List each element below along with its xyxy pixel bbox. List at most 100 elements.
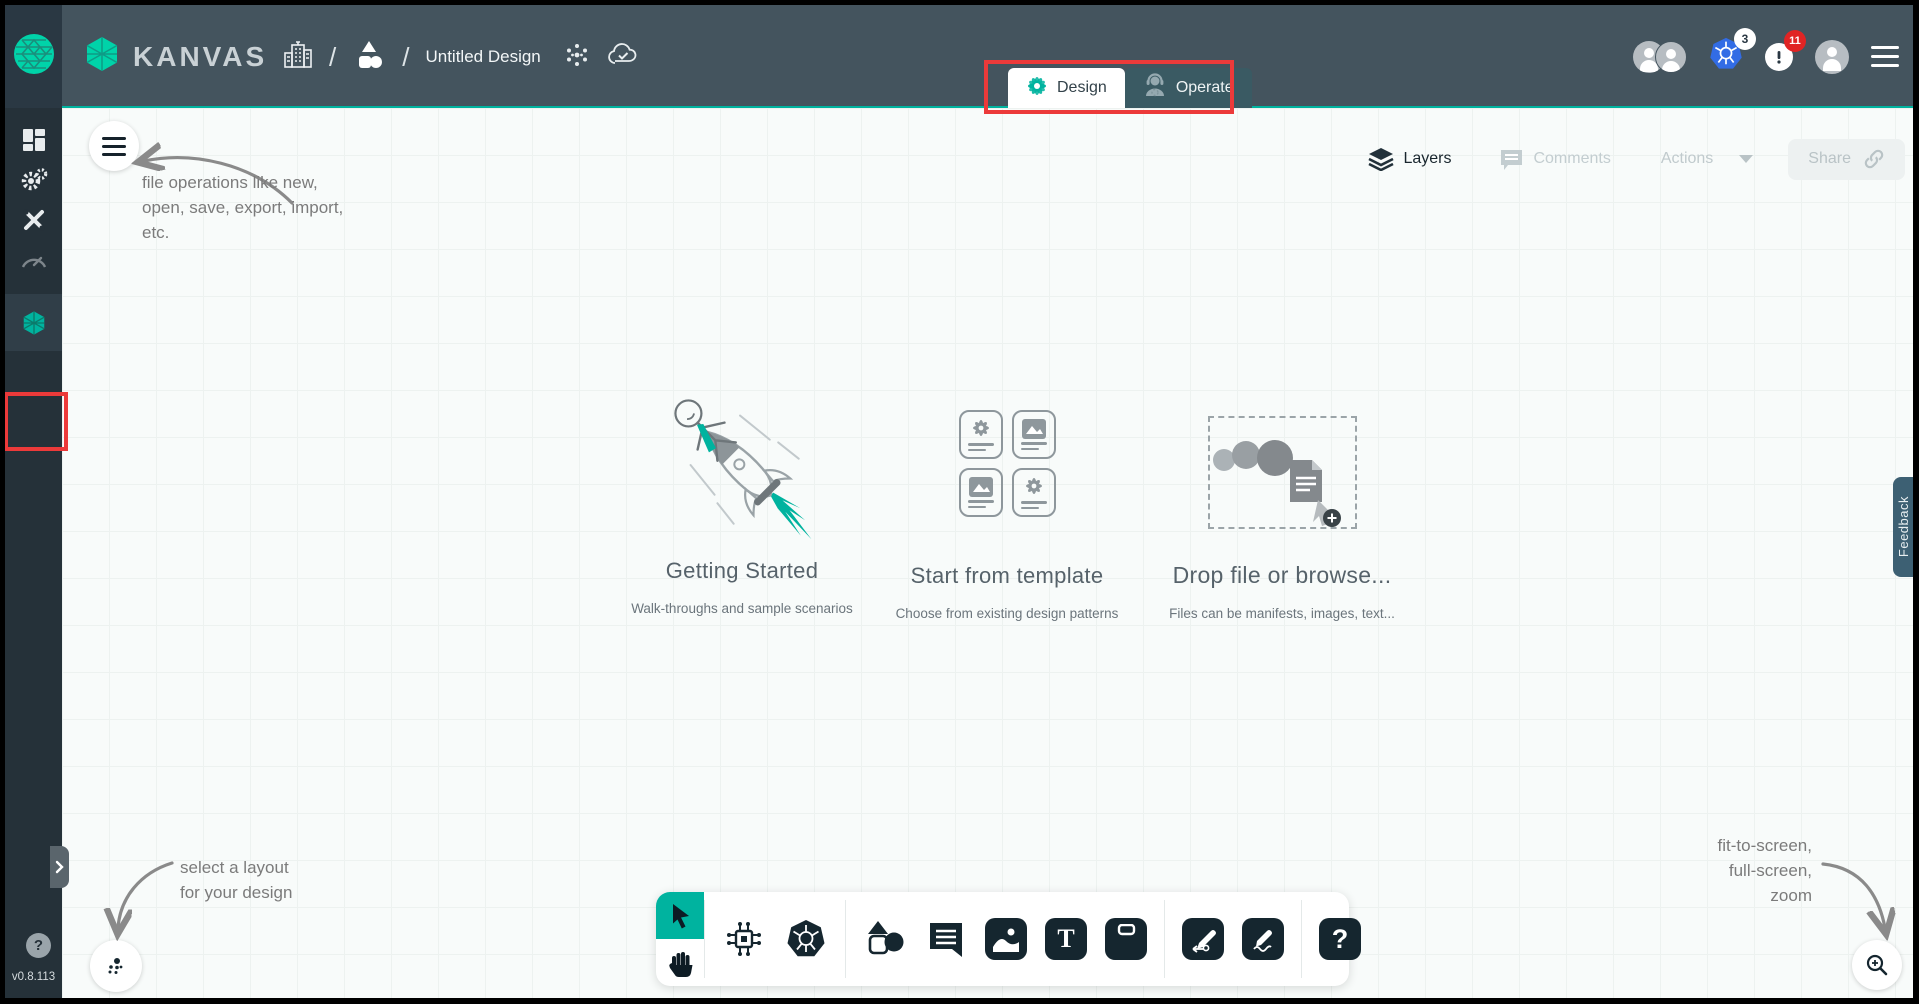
chevron-right-icon <box>55 860 64 874</box>
drop-file-illustration <box>1210 418 1359 531</box>
template-tile-image <box>959 468 1003 517</box>
kubernetes-icon <box>786 919 826 959</box>
help-button[interactable]: ? <box>26 933 51 958</box>
text-tool-glyph: T <box>1057 924 1074 954</box>
comment-tool[interactable] <box>925 918 967 960</box>
left-nav-rail: ? v0.8.113 <box>5 108 62 998</box>
template-subtitle: Choose from existing design patterns <box>882 606 1132 621</box>
annotation-layout: select a layout for your design <box>180 855 292 905</box>
actions-dropdown[interactable]: Actions <box>1661 150 1754 168</box>
version-label: v0.8.113 <box>5 971 62 983</box>
canvas-menu-button[interactable] <box>89 121 139 171</box>
meshery-logo-icon <box>13 33 55 80</box>
dashboard-icon <box>21 127 47 153</box>
kanvas-hexagon-icon <box>21 310 47 336</box>
tool-dock: T <box>656 892 1349 986</box>
menu-icon <box>102 137 126 156</box>
shapes-icon <box>864 918 906 960</box>
template-tile-swirl <box>959 410 1003 459</box>
pan-tool[interactable] <box>656 939 704 986</box>
design-canvas[interactable]: file operations like new, open, save, ex… <box>62 108 1913 998</box>
notifications-button[interactable]: 11 <box>1765 43 1793 71</box>
link-icon <box>1863 148 1885 170</box>
getting-started-title: Getting Started <box>622 558 862 584</box>
components-tool[interactable] <box>722 917 766 961</box>
share-label: Share <box>1808 150 1851 168</box>
image-tool[interactable] <box>985 918 1027 960</box>
sidebar-expand-button[interactable] <box>50 846 69 888</box>
image-icon <box>992 925 1020 953</box>
tab-design[interactable]: Design <box>1008 68 1125 108</box>
card-start-from-template[interactable]: Start from template Choose from existing… <box>882 410 1132 621</box>
design-name[interactable]: Untitled Design <box>425 47 540 67</box>
note-tool[interactable] <box>1105 918 1147 960</box>
comment-icon <box>926 919 966 959</box>
feedback-label: Feedback <box>1896 496 1911 557</box>
note-icon <box>1111 924 1141 954</box>
chevron-down-icon <box>1738 154 1754 164</box>
sketch-pen-tool[interactable] <box>1242 918 1284 960</box>
edge-pen-icon <box>1189 925 1217 953</box>
select-tool-active[interactable] <box>656 892 704 939</box>
breadcrumb-separator: / <box>402 42 409 73</box>
getting-started-subtitle: Walk-throughs and sample scenarios <box>622 601 862 616</box>
annotation-file-operations: file operations like new, open, save, ex… <box>142 170 343 245</box>
kanvas-logo[interactable]: KANVAS <box>83 35 267 78</box>
layers-label: Layers <box>1403 150 1451 168</box>
layers-toggle[interactable]: Layers <box>1368 147 1451 171</box>
header-menu-icon[interactable] <box>1871 46 1899 67</box>
comments-icon <box>1499 148 1524 171</box>
gauge-icon <box>20 251 48 269</box>
rocket-doodle <box>640 388 850 553</box>
question-glyph: ? <box>34 937 43 954</box>
feedback-tab[interactable]: Feedback <box>1893 477 1913 577</box>
text-tool[interactable]: T <box>1045 918 1087 960</box>
meshery-logo-button[interactable] <box>5 5 62 108</box>
tab-operate-label: Operate <box>1176 79 1234 97</box>
card-getting-started[interactable]: Getting Started Walk-throughs and sample… <box>622 388 862 616</box>
drop-zone[interactable] <box>1208 416 1357 529</box>
drop-subtitle: Files can be manifests, images, text... <box>1152 606 1412 621</box>
card-drop-file[interactable]: Drop file or browse... Files can be mani… <box>1152 416 1412 621</box>
layers-icon <box>1368 147 1394 171</box>
kubernetes-context-button[interactable]: 3 <box>1709 37 1743 76</box>
tab-design-label: Design <box>1057 79 1107 97</box>
template-tile-swirl <box>1012 468 1056 517</box>
comments-label: Comments <box>1533 150 1610 168</box>
sidebar-item-kanvas-selected[interactable] <box>5 294 62 351</box>
design-config-icon[interactable] <box>563 41 591 74</box>
user-avatar[interactable] <box>1815 40 1849 74</box>
kubernetes-tool[interactable] <box>784 917 828 961</box>
edge-pen-tool[interactable] <box>1182 918 1224 960</box>
canvas-top-right-panel: Layers Comments Actions Share <box>1368 138 1905 180</box>
zoom-button[interactable] <box>1852 940 1902 990</box>
help-glyph: ? <box>1332 924 1349 955</box>
annotation-red-box-kanvas <box>5 392 68 451</box>
cloud-save-status-icon[interactable] <box>607 42 639 73</box>
gears-icon <box>20 167 48 193</box>
template-tile-image <box>1012 410 1056 459</box>
layout-select-button[interactable] <box>90 940 142 992</box>
actions-label: Actions <box>1661 150 1713 168</box>
design-swirl-icon <box>1026 75 1048 102</box>
sidebar-item-lifecycle[interactable] <box>5 160 62 200</box>
kanvas-hexagon-icon <box>83 35 121 78</box>
tools-icon <box>20 206 48 234</box>
template-tiles <box>882 410 1132 517</box>
drop-title: Drop file or browse... <box>1152 562 1412 589</box>
app-header: KANVAS / / Untitled Design <box>5 5 1913 108</box>
header-right-controls: 3 11 <box>1633 5 1899 108</box>
sidebar-item-dashboard[interactable] <box>5 120 62 160</box>
kanvas-app: KANVAS / / Untitled Design <box>5 5 1913 998</box>
comments-toggle[interactable]: Comments <box>1499 148 1610 171</box>
workspace-shapes-icon[interactable] <box>352 38 386 77</box>
share-button[interactable]: Share <box>1788 139 1905 180</box>
sidebar-item-configuration[interactable] <box>5 200 62 240</box>
shapes-tool[interactable] <box>863 917 907 961</box>
organization-icon[interactable] <box>283 39 313 76</box>
collaborator-avatars[interactable] <box>1633 41 1687 73</box>
sidebar-item-performance[interactable] <box>5 240 62 280</box>
cursor-icon <box>667 902 693 930</box>
help-tool[interactable]: ? <box>1319 918 1361 960</box>
tab-operate[interactable]: Operate <box>1125 68 1252 108</box>
